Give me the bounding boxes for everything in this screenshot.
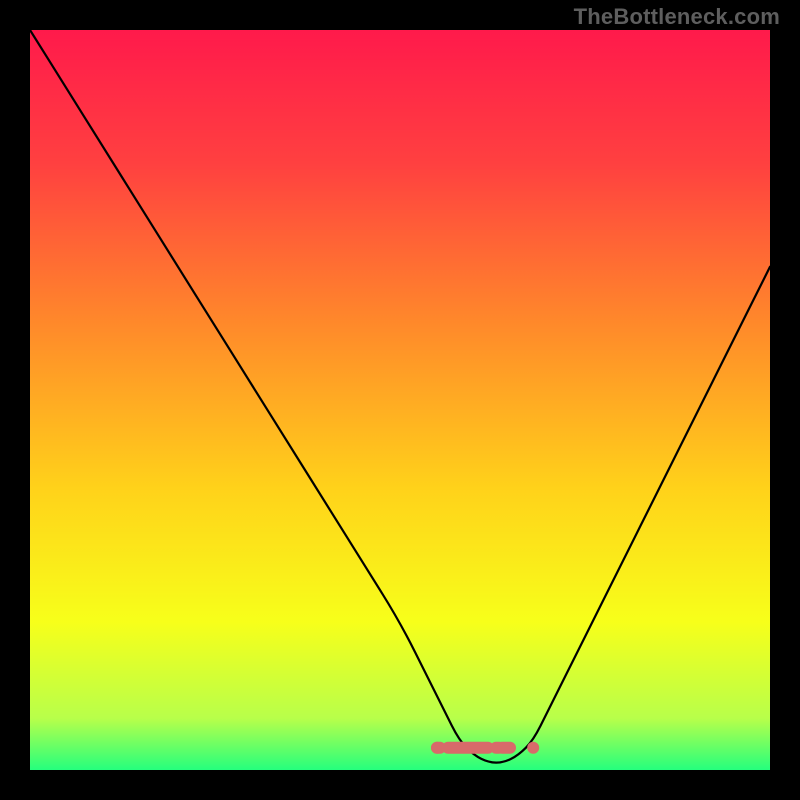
watermark-text: TheBottleneck.com [574,4,780,30]
chart-background [30,30,770,770]
optimal-range-endcap [527,742,539,754]
bottleneck-curve-chart [30,30,770,770]
optimal-range-endcap [431,742,443,754]
chart-container: TheBottleneck.com [0,0,800,800]
plot-area [30,30,770,770]
